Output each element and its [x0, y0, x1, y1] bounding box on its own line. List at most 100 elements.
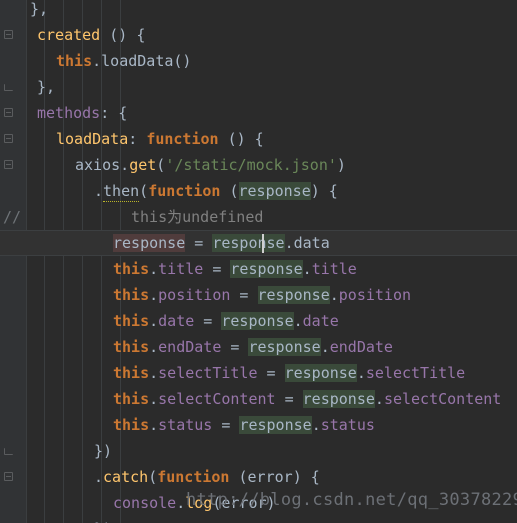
code-token: .: [94, 182, 104, 200]
code-token: .: [176, 494, 186, 512]
code-token: .: [92, 52, 102, 70]
code-line[interactable]: }): [0, 438, 517, 464]
code-token: .: [149, 416, 159, 434]
code-line[interactable]: },: [0, 74, 517, 100]
code-token: position: [338, 286, 412, 304]
code-token: (: [229, 468, 248, 486]
code-token: .: [284, 234, 294, 252]
code-line[interactable]: created () {: [0, 22, 517, 48]
code-token: : {: [100, 104, 128, 122]
code-token: response: [257, 286, 330, 304]
code-token: methods: [37, 104, 101, 122]
code-token: response: [239, 416, 312, 434]
code-token: this: [113, 416, 150, 434]
code-token: error: [247, 468, 293, 486]
code-token: }: [30, 0, 40, 18]
code-token: ) {: [292, 468, 320, 486]
code-token: (): [173, 52, 192, 70]
code-token: .: [374, 390, 384, 408]
code-token: title: [158, 260, 204, 278]
code-token: console: [113, 494, 177, 512]
code-token: () {: [100, 26, 146, 44]
code-token: ) {: [310, 182, 338, 200]
code-token: response: [302, 390, 375, 408]
code-line[interactable]: this.title = response.title: [0, 256, 517, 282]
code-token: this: [113, 390, 150, 408]
code-token: (: [148, 468, 158, 486]
code-token: this: [113, 364, 150, 382]
code-token: axios: [75, 156, 121, 174]
code-token: ,: [39, 0, 49, 18]
code-token: .: [149, 338, 159, 356]
code-token: =: [203, 260, 231, 278]
code-token: =: [257, 364, 285, 382]
code-line[interactable]: this.loadData(): [0, 48, 517, 74]
text-caret: [262, 234, 264, 253]
code-token: =: [194, 312, 222, 330]
code-content[interactable]: }, created () {this.loadData()}, methods: …: [0, 0, 517, 523]
code-token: (: [156, 156, 166, 174]
code-line[interactable]: axios.get('/static/mock.json'): [0, 152, 517, 178]
code-editor[interactable]: // }, created () {this.loadData()}, method…: [0, 0, 517, 523]
code-line-current[interactable]: response = response.data: [0, 230, 517, 256]
code-token: (: [220, 182, 239, 200]
code-line[interactable]: .then(function (response) {: [0, 178, 517, 204]
code-token: response: [284, 364, 357, 382]
code-token: ): [336, 156, 346, 174]
code-token: :: [128, 130, 147, 148]
code-token: this: [56, 52, 93, 70]
code-token: function: [157, 468, 230, 486]
code-line[interactable]: loadData: function () {: [0, 126, 517, 152]
code-token: =: [221, 338, 249, 356]
code-token: selectContent: [158, 390, 276, 408]
code-token: this: [113, 338, 150, 356]
code-token: =: [185, 234, 213, 252]
code-token: .: [356, 364, 366, 382]
code-token: title: [311, 260, 357, 278]
code-line[interactable]: methods: {: [0, 100, 517, 126]
code-token: endDate: [329, 338, 393, 356]
code-token: created: [37, 26, 101, 44]
code-token: }): [94, 442, 113, 460]
code-token: .: [149, 286, 159, 304]
code-token: response: [221, 312, 294, 330]
code-line[interactable]: this.date = response.date: [0, 308, 517, 334]
code-token: this: [113, 260, 150, 278]
code-token: .: [302, 260, 312, 278]
code-token: this: [113, 312, 150, 330]
code-token: this为undefined: [131, 208, 264, 226]
code-token: .: [149, 390, 159, 408]
code-token: =: [230, 286, 258, 304]
code-line[interactable]: .catch(function (error) {: [0, 464, 517, 490]
code-token: response: [212, 234, 285, 252]
code-token: response: [248, 338, 321, 356]
code-line[interactable]: this.selectContent = response.selectCont…: [0, 386, 517, 412]
code-line[interactable]: this为undefined: [0, 204, 517, 230]
code-line[interactable]: this.position = response.position: [0, 282, 517, 308]
code-token: loadData: [56, 130, 129, 148]
code-token: date: [158, 312, 195, 330]
code-token: (: [139, 182, 149, 200]
code-line[interactable]: this.endDate = response.endDate: [0, 334, 517, 360]
code-token: .: [293, 312, 303, 330]
code-token: =: [212, 416, 240, 434]
code-token: this: [113, 286, 150, 304]
code-token: status: [158, 416, 213, 434]
code-line[interactable]: this.selectTitle = response.selectTitle: [0, 360, 517, 386]
code-token: catch: [103, 468, 149, 486]
code-token: selectContent: [383, 390, 502, 408]
code-token: .: [120, 156, 130, 174]
code-token: .: [329, 286, 339, 304]
code-token: .: [94, 468, 104, 486]
code-line[interactable]: }): [0, 516, 517, 523]
code-token: function: [146, 130, 219, 148]
code-token: selectTitle: [365, 364, 466, 382]
code-token: '/static/mock.json': [165, 156, 337, 174]
code-token: },: [37, 78, 56, 96]
code-token: get: [129, 156, 157, 174]
code-line[interactable]: },: [0, 0, 517, 22]
code-token: =: [275, 390, 303, 408]
code-token: date: [302, 312, 339, 330]
code-line[interactable]: this.status = response.status: [0, 412, 517, 438]
code-token: .: [320, 338, 330, 356]
